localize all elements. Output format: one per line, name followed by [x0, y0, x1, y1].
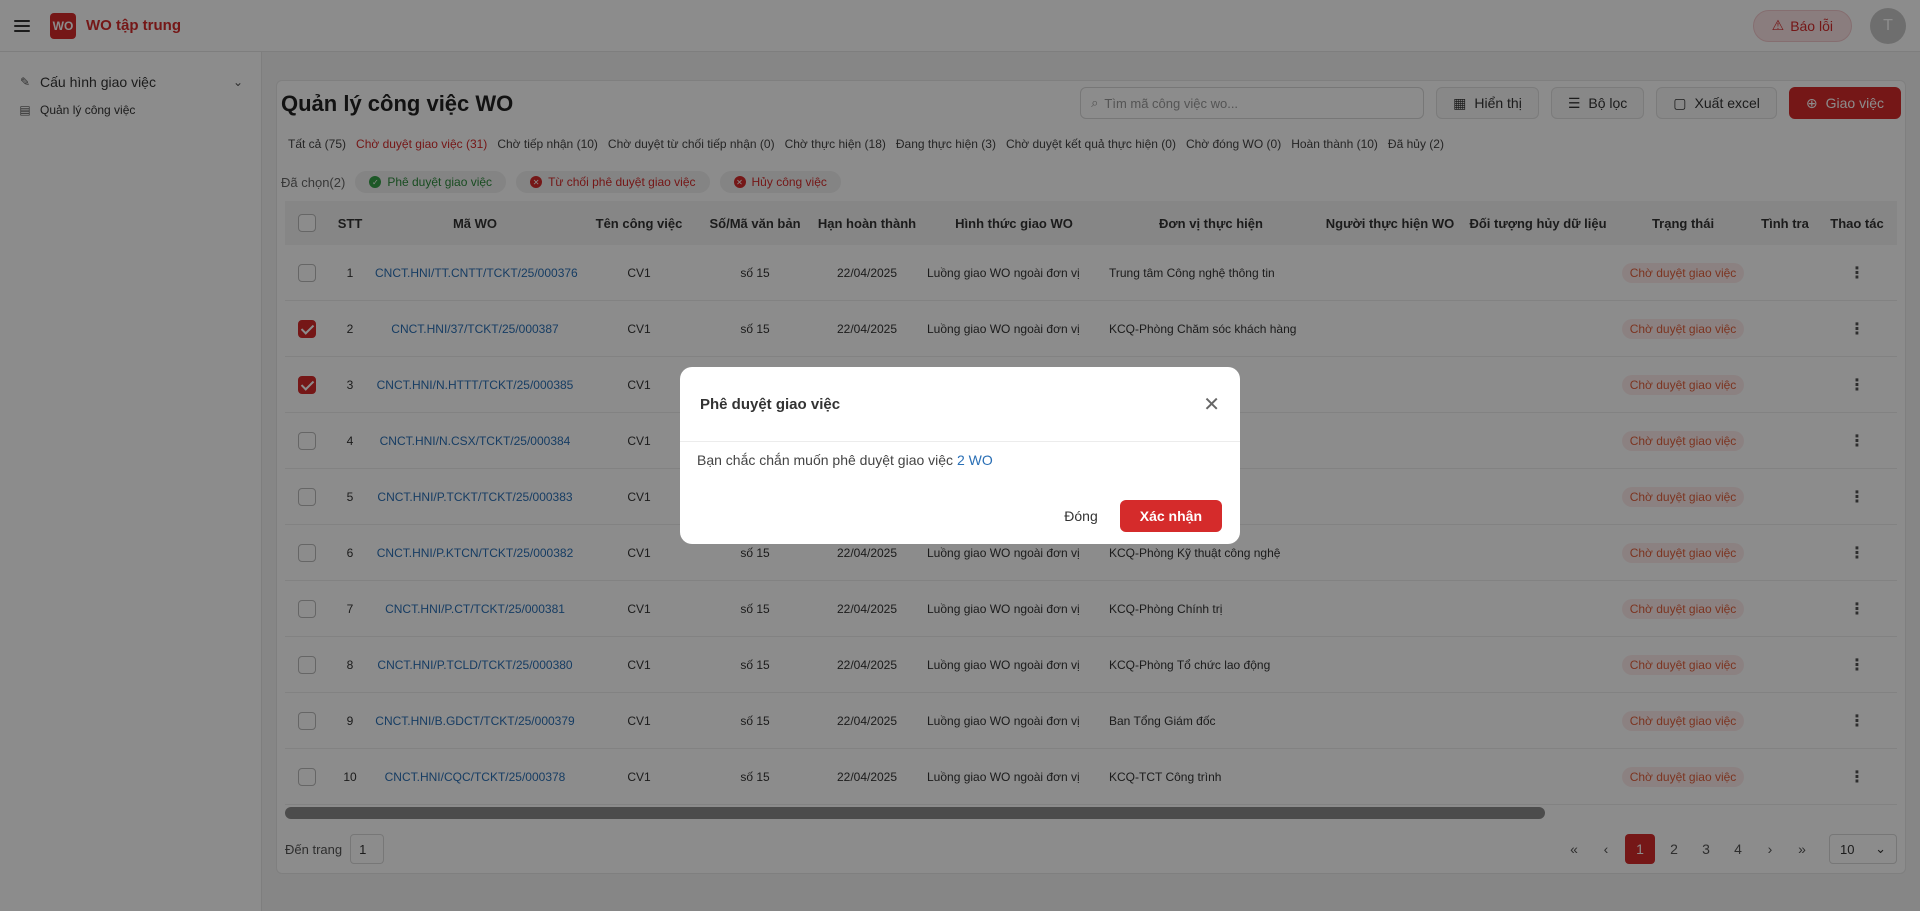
modal-title: Phê duyệt giao việc — [700, 395, 841, 413]
modal-count: 2 WO — [956, 452, 993, 468]
modal-message: Bạn chắc chắn muốn phê duyệt giao việc 2… — [697, 452, 993, 468]
close-icon[interactable]: ✕ — [1203, 392, 1220, 417]
modal-close-button[interactable]: Đóng — [1060, 502, 1101, 530]
modal-confirm-button[interactable]: Xác nhận — [1119, 500, 1222, 532]
approve-modal: Phê duyệt giao việc ✕ Bạn chắc chắn muốn… — [680, 367, 1240, 544]
